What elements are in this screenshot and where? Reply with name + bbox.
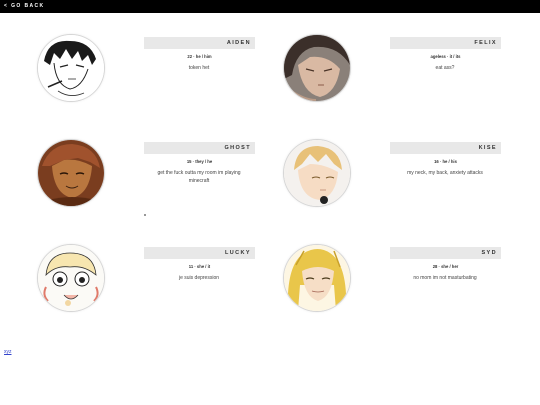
profile-name: FELIX [390,37,501,49]
avatar [284,140,350,206]
profile-name: AIDEN [144,37,255,49]
avatar [38,35,104,101]
profile-name: LUCKY [144,247,255,259]
go-back-link[interactable]: < GO BACK [4,3,45,9]
profile-meta: 15 · they / he [186,159,213,164]
profile-description: token het [188,65,210,71]
profile-description: my neck, my back, anxiety attacks [407,170,483,176]
profile-meta: 11 · she / it [188,264,211,269]
profile-meta: 28 · she / her [432,264,459,269]
top-bar: < GO BACK [0,0,540,13]
stray-dot [144,214,146,216]
profile-meta: 16 · he / his [434,159,457,164]
profile-meta: ageless · it / its [430,54,461,59]
avatar [284,35,350,101]
profile-description: eat ass? [435,65,455,71]
profile-description: get the fuck outta my room im playing mi… [157,170,241,184]
profile-description: je suis depression [178,275,220,281]
profile-meta: 22 · he / him [187,54,212,59]
profile-name: KISE [390,142,501,154]
profile-card-felix: FELIX ageless · it / its eat ass? [284,35,504,115]
avatar [284,245,350,311]
profile-card-syd: SYD 28 · she / her no mom im not masturb… [284,245,504,325]
profile-card-aiden: AIDEN 22 · he / him token het [38,35,258,115]
profile-name: GHOST [144,142,255,154]
profile-description: no mom im not masturbating [413,275,477,281]
profile-name: SYD [390,247,501,259]
profile-card-lucky: LUCKY 11 · she / it je suis depression [38,245,258,325]
avatar [38,245,104,311]
xyz-link[interactable]: xyz [4,349,12,355]
avatar [38,140,104,206]
profile-card-kise: KISE 16 · he / his my neck, my back, anx… [284,140,504,220]
profile-card-ghost: GHOST 15 · they / he get the fuck outta … [38,140,258,220]
